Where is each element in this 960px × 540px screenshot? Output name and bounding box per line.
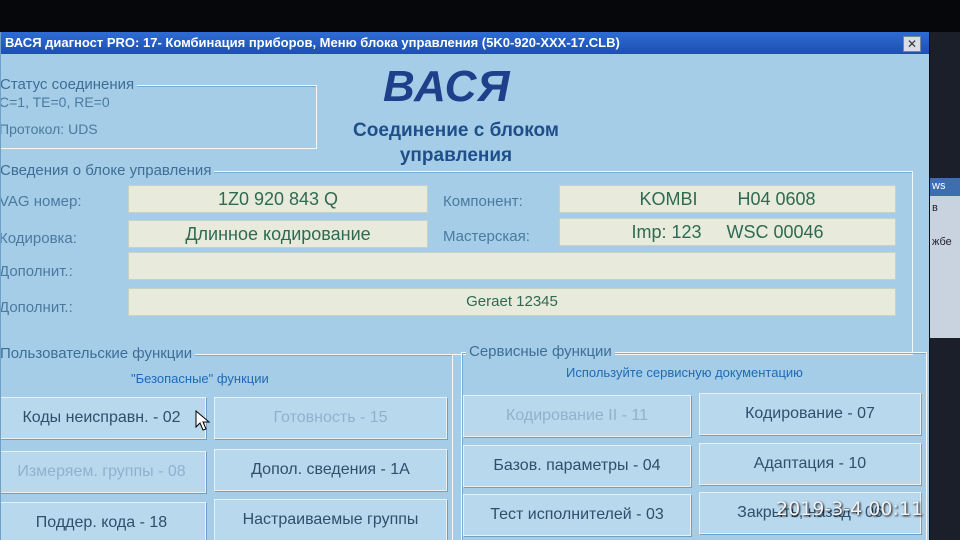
coding2-button[interactable]: Кодирование II - 11 — [463, 395, 691, 437]
extra-info-label-2: Дополнит.: — [0, 299, 73, 316]
background-window-text: жбе — [932, 236, 952, 248]
readiness-button[interactable]: Готовность - 15 — [214, 397, 447, 439]
workshop-label: Мастерская: — [443, 228, 530, 245]
vag-number-label: VAG номер: — [0, 193, 82, 210]
service-functions-subtitle: Используйте сервисную документацию — [566, 365, 803, 380]
adaptation-button[interactable]: Адаптация - 10 — [699, 443, 921, 485]
vasya-main-window: ВАСЯ диагност PRO: 17- Комбинация прибор… — [0, 32, 929, 540]
background-window-fragment: ws в жбе — [930, 178, 960, 338]
fault-codes-button[interactable]: Коды неисправн. - 02 — [1, 397, 206, 439]
vasya-logo: ВАСЯ — [383, 62, 511, 111]
extra-info-field-2: Geraet 12345 — [128, 288, 896, 316]
window-title: ВАСЯ диагност PRO: 17- Комбинация прибор… — [5, 35, 620, 50]
component-field: KOMBI H04 0608 — [559, 185, 896, 213]
component-label: Компонент: — [443, 193, 523, 210]
unit-info-label: Сведения о блоке управления — [1, 162, 215, 179]
coding-label: Кодировка: — [0, 230, 77, 247]
coding-button[interactable]: Кодирование - 07 — [699, 393, 921, 435]
supported-codes-button[interactable]: Поддер. кода - 18 — [1, 502, 206, 540]
connection-counters: C=1, TE=0, RE=0 — [0, 94, 110, 110]
monitor-bezel-top — [0, 0, 960, 32]
measuring-groups-button[interactable]: Измеряем. группы - 08 — [1, 451, 206, 493]
output-test-button[interactable]: Тест исполнителей - 03 — [463, 494, 691, 536]
user-functions-label: Пользовательские функции — [1, 345, 196, 362]
service-functions-label: Сервисные функции — [466, 343, 615, 360]
title-bar[interactable]: ВАСЯ диагност PRO: 17- Комбинация прибор… — [1, 32, 929, 54]
extra-info-button[interactable]: Допол. сведения - 1A — [214, 449, 447, 491]
mouse-cursor-icon — [195, 410, 211, 431]
vag-number-field: 1Z0 920 843 Q — [128, 185, 428, 213]
extra-info-label-1: Дополнит.: — [0, 263, 73, 280]
connection-status-label: Статус соединения — [1, 76, 138, 93]
coding-field: Длинное кодирование — [128, 220, 428, 248]
basic-settings-button[interactable]: Базов. параметры - 04 — [463, 445, 691, 487]
close-button[interactable]: ✕ — [903, 36, 921, 52]
workshop-field: Imp: 123 WSC 00046 — [559, 218, 896, 246]
photo-timestamp: 2019-3-4 00:11 — [776, 498, 924, 520]
user-functions-subtitle: "Безопасные" функции — [131, 371, 269, 386]
background-window-text: ws — [932, 180, 946, 192]
background-window-text: в — [932, 202, 938, 214]
close-icon: ✕ — [906, 37, 918, 51]
protocol-text: Протокол: UDS — [0, 121, 98, 137]
extra-info-field-1 — [128, 252, 896, 280]
custom-groups-button[interactable]: Настраиваемые группы — [214, 499, 447, 540]
connection-status-text: Соединение с блоком управления — [353, 120, 559, 166]
